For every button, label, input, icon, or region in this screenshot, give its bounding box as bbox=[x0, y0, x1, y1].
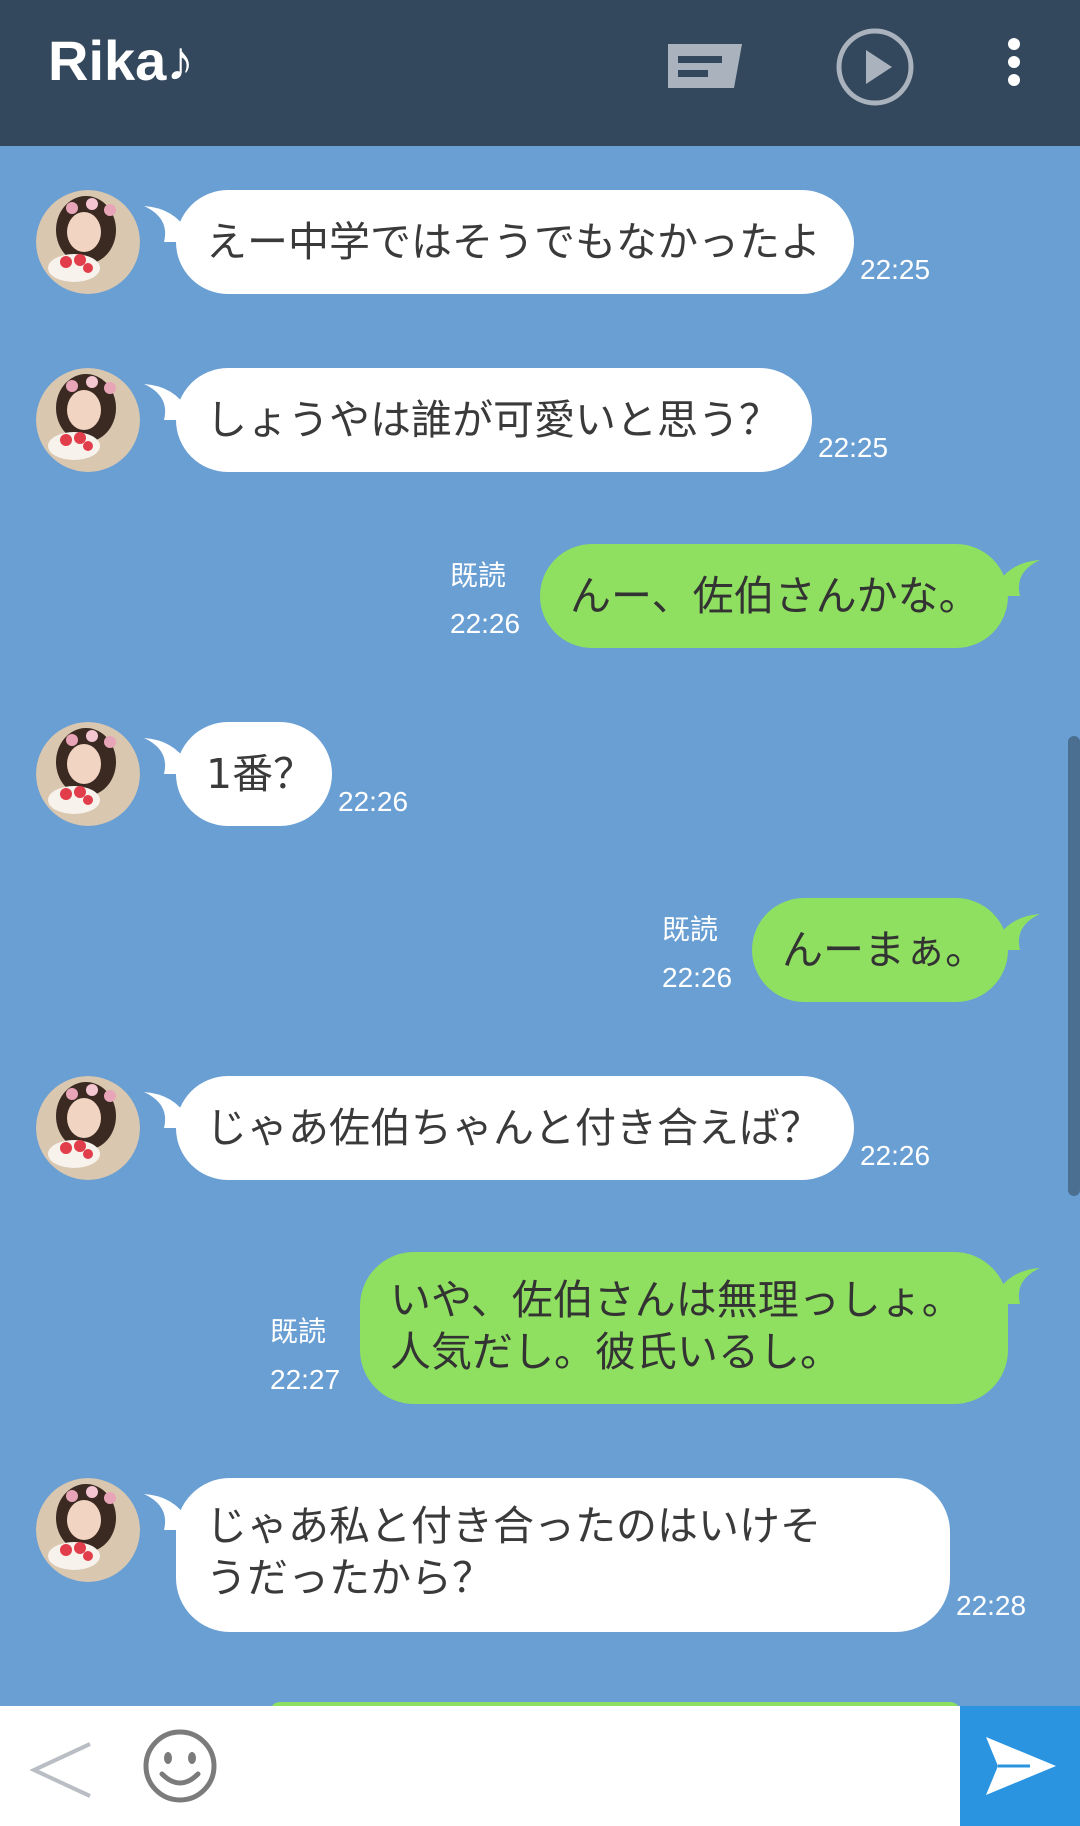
send-arrow-icon bbox=[986, 1737, 1056, 1795]
message-time: 22:28 bbox=[956, 1590, 1027, 1621]
read-receipt: 既読 bbox=[662, 913, 719, 946]
message-time: 22:26 bbox=[450, 608, 521, 639]
message-text-line: じゃあ私と付き合ったのはいけそ bbox=[206, 1502, 821, 1550]
scrollbar[interactable] bbox=[1068, 736, 1080, 1196]
back-chevron-icon[interactable] bbox=[24, 1732, 100, 1808]
message-bubble-incoming[interactable]: 1番？ bbox=[176, 722, 332, 826]
message-text: じゃあ佐伯ちゃんと付き合えば？ bbox=[206, 1104, 821, 1152]
read-receipt: 既読 bbox=[450, 559, 507, 592]
avatar[interactable] bbox=[36, 368, 140, 472]
bubble-tail bbox=[996, 1268, 1040, 1304]
message-time: 22:26 bbox=[338, 786, 409, 817]
message-text-line: うだったから？ bbox=[206, 1554, 493, 1602]
message-time: 22:26 bbox=[662, 962, 733, 993]
message-text: んーまぁ。 bbox=[782, 926, 987, 974]
avatar[interactable] bbox=[36, 722, 140, 826]
message-bubble-incoming[interactable]: じゃあ私と付き合ったのはいけそ うだったから？ bbox=[176, 1478, 950, 1632]
note-icon[interactable] bbox=[660, 22, 750, 112]
message-text: 1番？ bbox=[206, 750, 315, 798]
chat-title: Rika♪ bbox=[48, 29, 195, 92]
message-text: えー中学ではそうでもなかったよ bbox=[206, 218, 821, 266]
message-time: 22:25 bbox=[818, 432, 889, 463]
message-text: しょうやは誰が可愛いと思う？ bbox=[206, 396, 780, 444]
bubble-tail bbox=[996, 560, 1040, 596]
message-bubble-outgoing[interactable]: いや、佐伯さんは無理っしょ。 人気だし。彼氏いるし。 bbox=[360, 1252, 1008, 1404]
message-time: 22:26 bbox=[860, 1140, 931, 1171]
smiley-icon[interactable] bbox=[140, 1726, 220, 1806]
avatar[interactable] bbox=[36, 190, 140, 294]
chat-header: Rika♪ bbox=[0, 0, 1080, 146]
input-bar bbox=[0, 1706, 1080, 1826]
message-time: 22:27 bbox=[270, 1364, 341, 1395]
read-receipt: 既読 bbox=[270, 1315, 327, 1348]
avatar[interactable] bbox=[36, 1478, 140, 1582]
more-vert-icon[interactable] bbox=[970, 22, 1030, 112]
avatar[interactable] bbox=[36, 1076, 140, 1180]
message-text-line: いや、佐伯さんは無理っしょ。 bbox=[390, 1276, 963, 1324]
message-bubble-incoming[interactable]: しょうやは誰が可愛いと思う？ bbox=[176, 368, 812, 472]
message-text: んー、佐伯さんかな。 bbox=[570, 572, 980, 620]
bubble-tail bbox=[996, 914, 1040, 950]
message-bubble-incoming[interactable]: えー中学ではそうでもなかったよ bbox=[176, 190, 854, 294]
play-icon[interactable] bbox=[830, 22, 920, 112]
message-bubble-incoming[interactable]: じゃあ佐伯ちゃんと付き合えば？ bbox=[176, 1076, 854, 1180]
message-list[interactable]: えー中学ではそうでもなかったよ 22:25 しょうやは誰が可愛いと思う？ 22:… bbox=[0, 146, 1080, 1706]
send-button[interactable] bbox=[960, 1706, 1080, 1826]
message-text-line: 人気だし。彼氏いるし。 bbox=[390, 1328, 841, 1376]
message-time: 22:25 bbox=[860, 254, 931, 285]
message-bubble-outgoing[interactable]: んーまぁ。 bbox=[752, 898, 1008, 1002]
message-bubble-outgoing[interactable]: んー、佐伯さんかな。 bbox=[540, 544, 1008, 648]
